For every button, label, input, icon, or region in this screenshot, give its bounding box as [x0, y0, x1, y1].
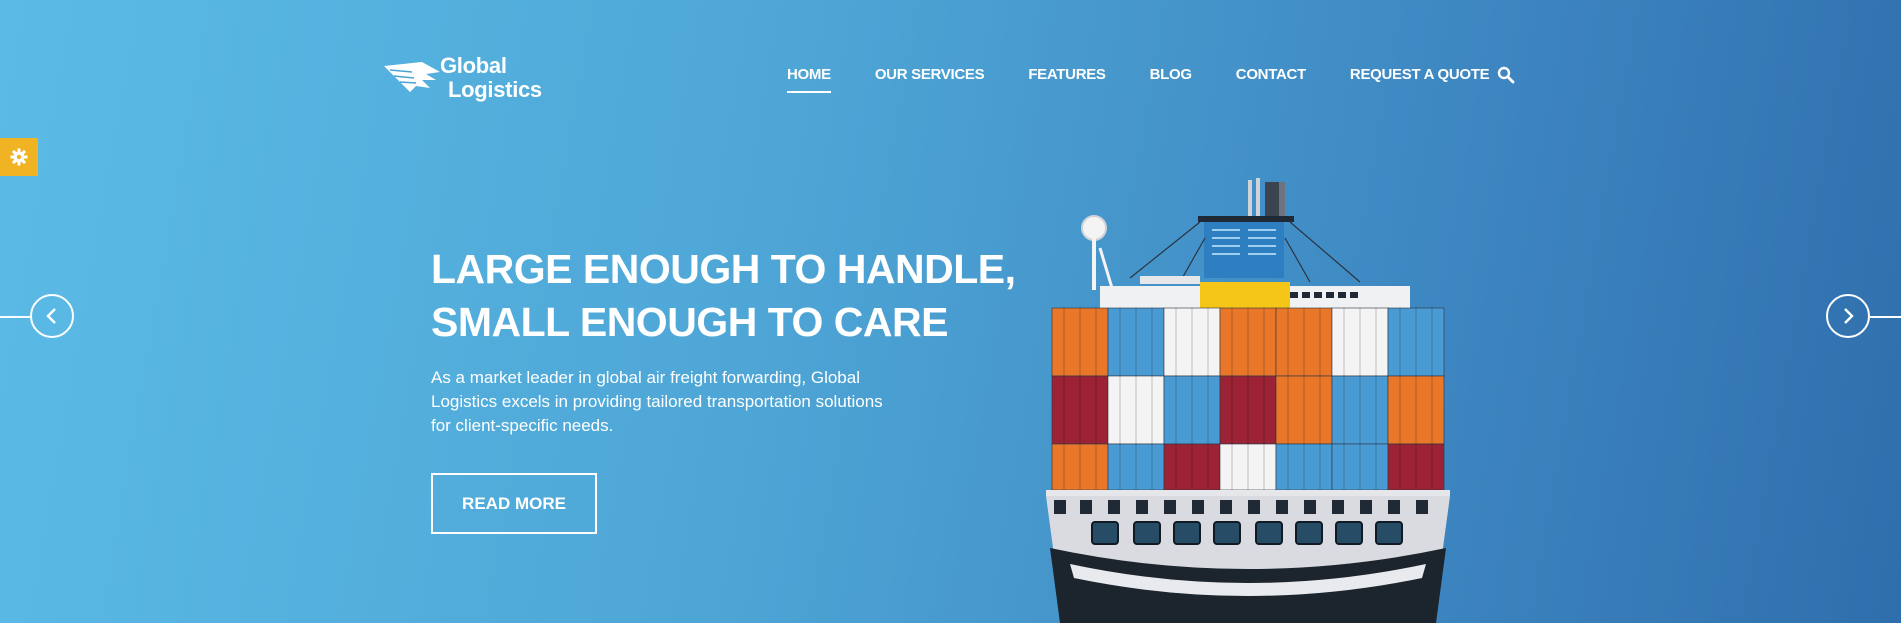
hero-headline: LARGE ENOUGH TO HANDLE, SMALL ENOUGH TO …	[431, 243, 1016, 349]
slider-line-left	[0, 316, 30, 318]
brand-name: Global Logistics	[440, 54, 542, 102]
chevron-left-icon	[46, 308, 56, 324]
cargo-ship-illustration	[1046, 178, 1450, 623]
brand-line1: Global	[440, 53, 507, 78]
slider-prev-button[interactable]	[30, 294, 74, 338]
hero-description: As a market leader in global air freight…	[431, 368, 883, 435]
gear-icon	[10, 148, 28, 166]
nav-request-quote[interactable]: REQUEST A QUOTE	[1350, 66, 1490, 83]
brand-logo[interactable]: Global Logistics	[382, 52, 552, 104]
chevron-right-icon	[1844, 308, 1854, 324]
nav-blog[interactable]: BLOG	[1150, 66, 1192, 83]
nav-contact[interactable]: CONTACT	[1236, 66, 1306, 83]
headline-line2: SMALL ENOUGH TO CARE	[431, 299, 948, 345]
headline-line1: LARGE ENOUGH TO HANDLE,	[431, 246, 1016, 292]
search-icon[interactable]	[1497, 66, 1515, 84]
main-nav: HOME OUR SERVICES FEATURES BLOG CONTACT …	[787, 66, 1533, 93]
nav-features[interactable]: FEATURES	[1028, 66, 1106, 83]
nav-our-services[interactable]: OUR SERVICES	[875, 66, 985, 83]
slider-next-button[interactable]	[1826, 294, 1870, 338]
slider-line-right	[1870, 316, 1901, 318]
settings-toggle[interactable]	[0, 138, 38, 176]
read-more-button[interactable]: READ MORE	[431, 473, 597, 534]
nav-home[interactable]: HOME	[787, 66, 831, 93]
brand-line2: Logistics	[448, 77, 542, 102]
wing-icon	[384, 62, 440, 92]
